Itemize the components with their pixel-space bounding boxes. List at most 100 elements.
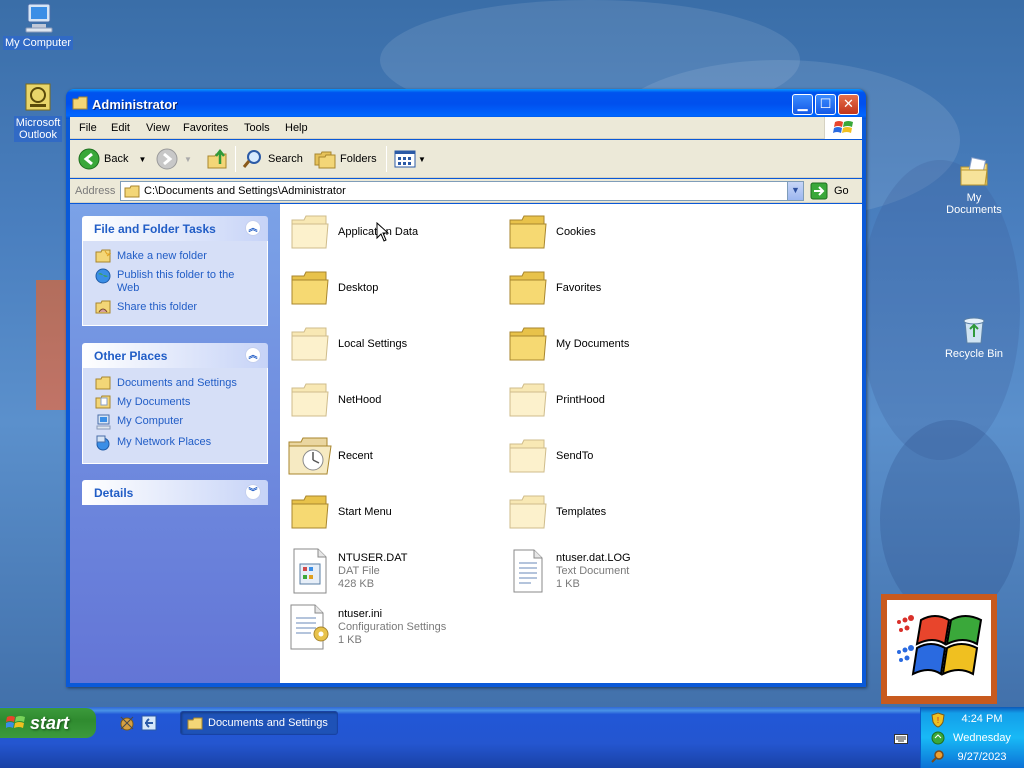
windows-flag-icon <box>6 716 25 728</box>
place-label: My Documents <box>117 396 191 408</box>
taskbar: start Documents and Settings ! 4:24 PM W… <box>0 707 1024 768</box>
folders-button[interactable]: Folders <box>314 148 377 170</box>
task-pane: File and Folder Tasks ︽ Make a new folde… <box>70 204 280 683</box>
folder-icon <box>509 383 547 417</box>
folder-nethood[interactable]: NetHood <box>286 378 496 422</box>
folder-printhood[interactable]: PrintHood <box>504 378 714 422</box>
place-my-network-places[interactable]: My Network Places <box>95 435 259 451</box>
text-file-icon <box>513 549 543 593</box>
forward-arrow-icon <box>156 148 178 170</box>
item-name: Recent <box>338 449 373 462</box>
item-type: Configuration Settings <box>338 620 447 633</box>
outlook-icon <box>25 83 51 111</box>
menu-bar: File Edit View Favorites Tools Help <box>70 117 862 139</box>
task-publish-web[interactable]: Publish this folder to the Web <box>95 268 259 295</box>
desktop-icon-my-computer[interactable]: My Computer <box>2 2 74 50</box>
place-label: My Network Places <box>117 436 212 448</box>
close-button[interactable]: ✕ <box>838 94 859 115</box>
menu-view[interactable]: View <box>146 122 170 134</box>
taskbar-button-documents-settings[interactable]: Documents and Settings <box>180 711 338 735</box>
menu-help[interactable]: Help <box>285 122 308 134</box>
menu-favorites[interactable]: Favorites <box>183 122 228 134</box>
folder-icon <box>509 439 547 473</box>
item-name: NTUSER.DAT <box>338 551 408 564</box>
task-label: Make a new folder <box>117 250 207 262</box>
up-folder-icon <box>207 148 227 169</box>
quick-launch-network-icon[interactable] <box>118 714 136 732</box>
security-shield-icon[interactable]: ! <box>931 712 945 728</box>
folder-application-data[interactable]: Application Data <box>286 210 496 254</box>
search-icon[interactable] <box>931 749 945 763</box>
panel-header[interactable]: Details ︾ <box>82 480 268 505</box>
panel-header[interactable]: Other Places ︽ <box>82 343 268 368</box>
folder-local-settings[interactable]: Local Settings <box>286 322 496 366</box>
maximize-button[interactable]: ☐ <box>815 94 836 115</box>
details-panel: Details ︾ <box>82 480 268 505</box>
folder-desktop[interactable]: Desktop <box>286 266 496 310</box>
place-documents-settings[interactable]: Documents and Settings <box>95 376 259 390</box>
folder-sendto[interactable]: SendTo <box>504 434 714 478</box>
folder-recent[interactable]: Recent <box>286 434 496 478</box>
start-button[interactable]: start <box>0 708 96 738</box>
item-name: Templates <box>556 505 607 518</box>
chevron-down-icon[interactable]: ▼ <box>138 155 146 164</box>
dat-file-icon <box>293 548 327 594</box>
place-my-documents[interactable]: My Documents <box>95 395 259 409</box>
address-dropdown-button[interactable]: ▼ <box>787 182 803 200</box>
go-arrow-icon <box>810 182 828 200</box>
back-button[interactable]: Back ▼ <box>78 148 146 170</box>
title-bar[interactable]: Administrator ▁ ☐ ✕ <box>66 89 866 119</box>
windows-logo <box>824 117 862 139</box>
chevron-up-icon[interactable]: ︽ <box>245 347 261 363</box>
documents-folder-icon <box>960 157 988 186</box>
desktop-icon-outlook[interactable]: Microsoft Outlook <box>2 82 74 142</box>
close-icon: ✕ <box>843 96 854 111</box>
up-folder-button[interactable] <box>206 148 230 170</box>
minimize-button[interactable]: ▁ <box>792 94 813 115</box>
file-ntuser-dat[interactable]: NTUSER.DAT DAT File 428 KB <box>286 546 496 596</box>
computer-icon <box>96 414 111 430</box>
menu-file[interactable]: File <box>79 122 97 134</box>
file-ntuser-ini[interactable]: ntuser.ini Configuration Settings 1 KB <box>286 602 496 652</box>
go-button[interactable]: Go <box>810 182 849 200</box>
keyboard-icon[interactable] <box>894 734 908 744</box>
folder-favorites[interactable]: Favorites <box>504 266 714 310</box>
desktop-icon-recycle-bin[interactable]: Recycle Bin <box>938 313 1010 361</box>
folder-cookies[interactable]: Cookies <box>504 210 714 254</box>
toolbar-separator <box>235 146 236 172</box>
computer-icon <box>25 3 53 33</box>
folder-my-documents[interactable]: My Documents <box>504 322 714 366</box>
address-value: C:\Documents and Settings\Administrator <box>144 185 346 197</box>
clock-time[interactable]: 4:24 PM <box>947 713 1017 725</box>
menu-edit[interactable]: Edit <box>111 122 130 134</box>
search-button[interactable]: Search <box>242 148 303 170</box>
quick-launch-ie-icon[interactable] <box>140 714 158 732</box>
clock-day: Wednesday <box>953 732 1011 744</box>
chevron-up-icon[interactable]: ︽ <box>245 220 261 236</box>
place-my-computer[interactable]: My Computer <box>95 414 259 430</box>
maximize-icon: ☐ <box>819 96 832 111</box>
folder-start-menu[interactable]: Start Menu <box>286 490 496 534</box>
address-input[interactable]: C:\Documents and Settings\Administrator … <box>120 181 804 201</box>
file-ntuser-dat-log[interactable]: ntuser.dat.LOG Text Document 1 KB <box>504 546 714 596</box>
task-make-new-folder[interactable]: Make a new folder <box>95 249 259 263</box>
forward-button[interactable]: ▼ <box>156 148 192 170</box>
folder-templates[interactable]: Templates <box>504 490 714 534</box>
windows-flag-icon <box>897 615 983 676</box>
panel-header[interactable]: File and Folder Tasks ︽ <box>82 216 268 241</box>
globe-icon <box>95 268 111 284</box>
item-text: ntuser.dat.LOG Text Document 1 KB <box>556 552 631 591</box>
chevron-down-icon[interactable]: ︾ <box>245 484 261 500</box>
folder-icon <box>291 327 329 361</box>
views-button[interactable]: ▼ <box>394 148 426 170</box>
desktop-icon-my-documents[interactable]: My Documents <box>938 157 1010 217</box>
task-share-folder[interactable]: Share this folder <box>95 300 259 314</box>
svg-text:!: ! <box>937 716 939 725</box>
folder-icon <box>509 327 547 361</box>
panel-body: Documents and Settings My Documents My C… <box>82 368 268 464</box>
item-text: ntuser.ini Configuration Settings 1 KB <box>338 608 446 647</box>
menu-tools[interactable]: Tools <box>244 122 270 134</box>
folder-icon <box>509 271 547 305</box>
back-label: Back <box>104 153 129 165</box>
network-status-icon[interactable] <box>931 731 945 745</box>
